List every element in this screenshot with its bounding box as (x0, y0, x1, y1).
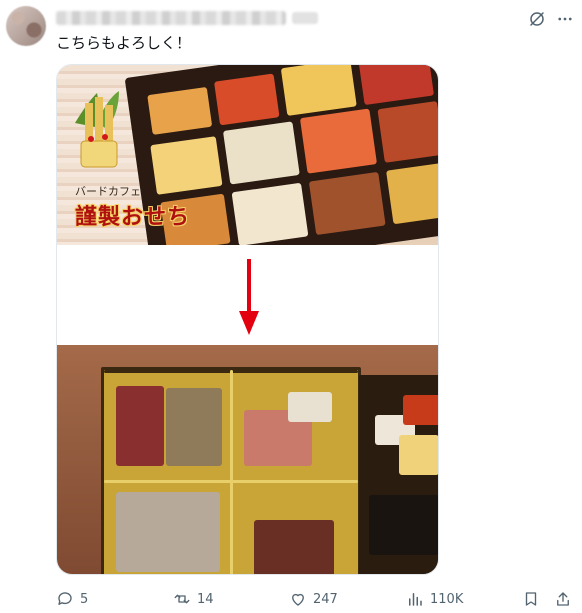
grok-button[interactable] (526, 8, 548, 30)
more-icon (558, 17, 572, 21)
author-handle-redacted (292, 12, 318, 24)
share-button[interactable] (554, 589, 572, 609)
gold-tray (101, 367, 361, 574)
tweet-text: こちらもよろしく！ (56, 34, 192, 52)
bookmark-icon (525, 592, 537, 606)
tweet-actions: 5 14 247 110K (56, 589, 576, 609)
reply-count: 5 (80, 591, 89, 607)
grok-icon (530, 12, 544, 26)
heart-icon (292, 593, 304, 606)
like-button[interactable]: 247 (289, 589, 338, 609)
kadomatsu-illustration (75, 91, 119, 168)
views-icon (409, 593, 422, 606)
advertised-osechi-photo: バードカフェ 謹製おせち (57, 65, 438, 245)
tweet-media-image[interactable]: バードカフェ 謹製おせち (56, 64, 439, 575)
shop-name-caption: バードカフェ (75, 185, 141, 198)
down-arrow-icon (239, 259, 259, 335)
more-button[interactable] (554, 8, 576, 30)
views-button[interactable]: 110K (406, 589, 463, 609)
like-count: 247 (313, 591, 338, 607)
arrow-area (57, 245, 438, 345)
avatar[interactable] (6, 6, 46, 46)
repost-icon (174, 594, 190, 604)
repost-button[interactable]: 14 (173, 589, 214, 609)
views-count: 110K (430, 591, 464, 607)
side-tray (359, 375, 438, 574)
reply-icon (58, 592, 72, 605)
author-name-redacted[interactable] (56, 11, 286, 25)
share-icon (557, 592, 569, 606)
tweet-header (56, 8, 318, 28)
bookmark-button[interactable] (522, 589, 540, 609)
tweet: こちらもよろしく！ バードカフェ 謹製おせち 5 14 247 110K (0, 0, 582, 613)
reply-button[interactable]: 5 (56, 589, 88, 609)
repost-count: 14 (197, 591, 214, 607)
osechi-title-caption: 謹製おせち (75, 204, 191, 230)
delivered-osechi-photo (57, 345, 438, 574)
